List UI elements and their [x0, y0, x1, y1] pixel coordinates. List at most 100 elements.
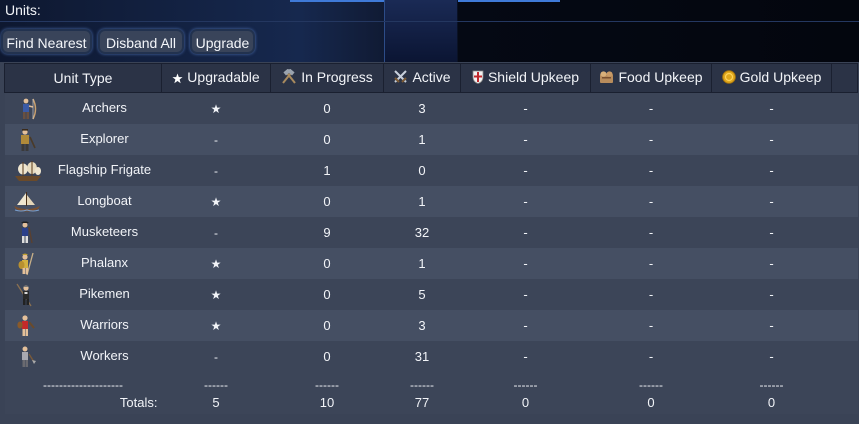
gold-upkeep-cell: -: [711, 92, 832, 124]
gold-upkeep-cell: -: [711, 124, 832, 155]
shield-upkeep-cell: -: [460, 217, 591, 248]
shield-upkeep-cell: -: [460, 279, 591, 310]
separator-dashes: --------------------: [4, 372, 162, 390]
unit-name-musketeers: Musketeers: [70, 224, 139, 239]
spacer-cell: [831, 390, 858, 414]
spacer-cell: [831, 155, 858, 186]
food-upkeep-cell: -: [590, 310, 712, 341]
gold-upkeep-cell: -: [711, 310, 832, 341]
unit-name-archers: Archers: [82, 100, 127, 115]
spacer-cell: [831, 372, 858, 390]
gold-upkeep-cell: -: [711, 186, 832, 217]
upgradable-cell: ★: [161, 186, 271, 217]
spacer-cell: [831, 124, 858, 155]
total-active: 77: [383, 390, 461, 414]
units-table: Unit Type Upgradable In Progress Active …: [4, 63, 858, 414]
unit-type-cell[interactable]: Phalanx: [4, 248, 162, 279]
column-header-unit-type[interactable]: Unit Type: [4, 63, 162, 93]
separator-dashes: ------: [161, 372, 271, 390]
unit-name-explorer: Explorer: [80, 131, 129, 146]
spacer-cell: [831, 341, 858, 372]
separator-dashes: ------: [270, 372, 384, 390]
food-upkeep-cell: -: [590, 186, 712, 217]
column-header-spacer: [831, 63, 858, 93]
unit-type-cell[interactable]: Pikemen: [4, 279, 162, 310]
table-row[interactable]: Archers ★ 0 3- - -: [4, 92, 858, 124]
upgradable-cell: -: [161, 124, 271, 155]
unit-type-cell[interactable]: Flagship Frigate: [4, 155, 162, 186]
gold-upkeep-cell: -: [711, 217, 832, 248]
column-header-label: Upgradable: [187, 69, 260, 85]
frigate-icon: [13, 159, 41, 183]
column-header-label: Shield Upkeep: [487, 69, 580, 85]
title-divider: [0, 21, 859, 22]
table-row[interactable]: Pikemen ★ 0 5- - -: [4, 279, 858, 310]
active-cell: 1: [383, 124, 461, 155]
find-nearest-button[interactable]: Find Nearest: [1, 29, 92, 54]
shield-upkeep-cell: -: [460, 92, 591, 124]
column-header-upgradable[interactable]: Upgradable: [161, 63, 271, 93]
unit-name-pikemen: Pikemen: [79, 286, 130, 301]
unit-type-cell[interactable]: Workers: [4, 341, 162, 372]
food-upkeep-cell: -: [590, 92, 712, 124]
separator-dashes: ------: [590, 372, 712, 390]
upgradable-cell: -: [161, 341, 271, 372]
crossed-swords-icon: [393, 69, 408, 87]
column-header-gold-upkeep[interactable]: Gold Upkeep: [711, 63, 832, 93]
table-row[interactable]: Musketeers -9 32- - -: [4, 217, 858, 248]
column-header-in-progress[interactable]: In Progress: [270, 63, 384, 93]
table-row[interactable]: Workers -0 31- - -: [4, 341, 858, 372]
column-header-label: Active: [412, 69, 451, 85]
total-in-progress: 10: [270, 390, 384, 414]
shield-upkeep-cell: -: [460, 341, 591, 372]
archer-icon: [13, 97, 39, 121]
gold-upkeep-cell: -: [711, 341, 832, 372]
unit-name-workers: Workers: [80, 348, 129, 363]
upgradable-cell: ★: [161, 248, 271, 279]
food-upkeep-cell: -: [590, 217, 712, 248]
shield-upkeep-cell: -: [460, 248, 591, 279]
total-shield-upkeep: 0: [460, 390, 591, 414]
upgrade-button[interactable]: Upgrade: [190, 29, 255, 54]
column-header-active[interactable]: Active: [383, 63, 461, 93]
spacer-cell: [831, 92, 858, 124]
column-header-food-upkeep[interactable]: Food Upkeep: [590, 63, 712, 93]
in-progress-cell: 9: [270, 217, 384, 248]
totals-row: Totals: 5 10 77 0 0 0: [4, 390, 858, 414]
unit-type-cell[interactable]: Archers: [4, 92, 162, 124]
totals-label: Totals:: [4, 390, 162, 414]
spacer-cell: [831, 217, 858, 248]
in-progress-cell: 0: [270, 248, 384, 279]
spacer-cell: [831, 248, 858, 279]
unit-name-flagship-frigate: Flagship Frigate: [57, 162, 152, 177]
star-icon: [172, 71, 183, 87]
gold-upkeep-cell: -: [711, 279, 832, 310]
upgradable-cell: -: [161, 155, 271, 186]
column-header-label: Gold Upkeep: [739, 69, 822, 85]
table-row[interactable]: Explorer -0 1- - -: [4, 124, 858, 155]
table-header-row: Unit Type Upgradable In Progress Active …: [4, 63, 858, 93]
unit-type-cell[interactable]: Explorer: [4, 124, 162, 155]
unit-type-cell[interactable]: Warriors: [4, 310, 162, 341]
table-row[interactable]: Longboat ★ 0 1- - -: [4, 186, 858, 217]
shield-upkeep-cell: -: [460, 186, 591, 217]
musketeer-icon: [13, 221, 39, 245]
column-header-shield-upkeep[interactable]: Shield Upkeep: [460, 63, 591, 93]
column-header-label: Unit Type: [53, 70, 113, 86]
unit-type-cell[interactable]: Musketeers: [4, 217, 162, 248]
spacer-cell: [831, 310, 858, 341]
shield-upkeep-cell: -: [460, 124, 591, 155]
disband-all-button[interactable]: Disband All: [98, 29, 184, 54]
warrior-icon: [13, 314, 39, 338]
unit-type-cell[interactable]: Longboat: [4, 186, 162, 217]
spacer-cell: [831, 186, 858, 217]
in-progress-cell: 0: [270, 310, 384, 341]
shield-icon: [472, 70, 484, 87]
table-row[interactable]: Warriors ★ 0 3- - -: [4, 310, 858, 341]
separator-dashes: ------: [711, 372, 832, 390]
table-row[interactable]: Phalanx ★ 0 1- - -: [4, 248, 858, 279]
table-row[interactable]: Flagship Frigate -1 0- - -: [4, 155, 858, 186]
active-cell: 3: [383, 92, 461, 124]
top-bar: Units: Find Nearest Disband All Upgrade: [0, 0, 859, 62]
active-cell: 1: [383, 248, 461, 279]
